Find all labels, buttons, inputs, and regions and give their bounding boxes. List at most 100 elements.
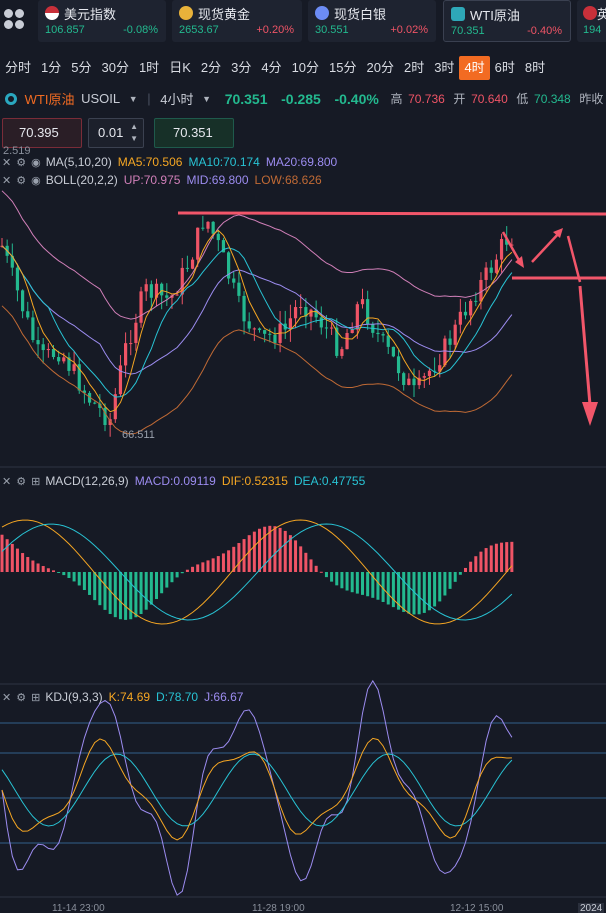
tab-timeframe[interactable]: 2分 xyxy=(196,56,226,80)
settings-icon[interactable]: ⚙ xyxy=(16,174,26,187)
macd-bar xyxy=(433,572,437,607)
settings-icon[interactable]: ⚙ xyxy=(16,475,26,488)
tab-timeframe[interactable]: 2时 xyxy=(399,56,429,80)
settings-icon[interactable]: ⚙ xyxy=(16,691,26,704)
macd-bar xyxy=(448,572,452,589)
order-panel: 70.395 2.519 0.01 ▲ ▼ 70.351 xyxy=(0,118,606,157)
macd-bar xyxy=(170,572,174,583)
macd-bar xyxy=(57,572,61,573)
candle-body xyxy=(26,311,30,318)
stepper-down-icon[interactable]: ▼ xyxy=(130,125,138,153)
macd-bar xyxy=(124,572,128,620)
expand-icon[interactable]: ⊞ xyxy=(31,691,40,704)
candle-body xyxy=(185,267,189,269)
tab-timeframe[interactable]: 10分 xyxy=(287,56,324,80)
quote-card-silver[interactable]: 现货白银 30.551 +0.02% xyxy=(308,0,436,42)
macd-bar xyxy=(247,535,251,572)
candle-body xyxy=(221,240,226,253)
close-icon[interactable]: ✕ xyxy=(2,174,11,187)
symbol-dropdown-icon[interactable]: ▼ xyxy=(129,94,138,104)
symbol-info: WTI原油 USOIL ▼ | 4小时 ▼ 70.351 -0.285 -0.4… xyxy=(0,89,606,111)
sell-price: 70.395 xyxy=(19,125,59,140)
quote-card-uk[interactable]: 英 194 xyxy=(577,0,606,42)
eye-icon[interactable]: ◉ xyxy=(31,174,41,187)
candle-body xyxy=(232,278,236,283)
candle-body xyxy=(206,221,210,229)
candle-body xyxy=(160,283,164,296)
quote-name: 现货白银 xyxy=(334,7,387,22)
kdj-name: KDJ(9,3,3) xyxy=(45,690,103,704)
tab-timeframe[interactable]: 分时 xyxy=(0,56,36,80)
tab-timeframe[interactable]: 5分 xyxy=(66,56,96,80)
quote-bar: 美元指数 106.857 -0.08% 现货黄金 2653.67 +0.20% … xyxy=(0,0,606,44)
macd-bar xyxy=(361,572,364,595)
timeframe-tabs: 分时 1分 5分 30分 1时 日K 2分 3分 4分 10分 15分 20分 2时 3时 4时 6时 8时 xyxy=(0,56,606,82)
sell-button[interactable]: 70.395 xyxy=(2,118,82,148)
tab-timeframe[interactable]: 日K xyxy=(164,56,196,80)
candle-body xyxy=(129,343,133,345)
macd-bar xyxy=(15,548,19,572)
candle-body xyxy=(170,295,174,298)
macd-bar xyxy=(469,561,473,572)
tab-timeframe[interactable]: 15分 xyxy=(324,56,361,80)
macd-bar xyxy=(191,566,195,572)
macd-bar xyxy=(371,572,375,598)
tab-timeframe[interactable]: 20分 xyxy=(362,56,399,80)
candle-body xyxy=(175,294,179,296)
close-icon[interactable]: ✕ xyxy=(2,156,11,169)
buy-button[interactable]: 70.351 xyxy=(154,118,234,148)
candle-body xyxy=(196,227,200,260)
tab-timeframe[interactable]: 1时 xyxy=(134,56,164,80)
macd-bar xyxy=(10,543,14,572)
candle-body xyxy=(360,299,365,305)
macd-bar xyxy=(479,551,483,572)
candle-body xyxy=(371,324,375,333)
tab-timeframe[interactable]: 4分 xyxy=(256,56,286,80)
macd-bar xyxy=(453,572,457,582)
tab-timeframe[interactable]: 4时 xyxy=(459,56,490,80)
quote-card-gold[interactable]: 现货黄金 2653.67 +0.20% xyxy=(172,0,302,42)
quote-card-wti[interactable]: WTI原油 70.351 -0.40% xyxy=(443,0,571,42)
close-icon[interactable]: ✕ xyxy=(2,691,11,704)
macd-bar xyxy=(62,572,66,576)
dif-line xyxy=(1,519,513,625)
lot-size-input[interactable]: 0.01 ▲ ▼ xyxy=(88,118,144,148)
favorite-icon[interactable] xyxy=(5,92,17,105)
tab-timeframe[interactable]: 3分 xyxy=(226,56,256,80)
macd-bar xyxy=(273,526,277,572)
candle-body xyxy=(0,245,4,247)
close-icon[interactable]: ✕ xyxy=(2,475,11,488)
macd-bar xyxy=(26,557,30,572)
macd-bar xyxy=(108,572,112,614)
grid-menu-icon[interactable] xyxy=(0,0,32,42)
interval-label[interactable]: 4小时 xyxy=(160,89,193,108)
tab-timeframe[interactable]: 8时 xyxy=(520,56,550,80)
candle-body xyxy=(139,291,143,323)
tab-timeframe[interactable]: 3时 xyxy=(429,56,459,80)
quote-price: 30.551 xyxy=(315,24,349,36)
tab-timeframe[interactable]: 1分 xyxy=(36,56,66,80)
candle-body xyxy=(237,282,241,296)
quote-card-usd-index[interactable]: 美元指数 106.857 -0.08% xyxy=(38,0,166,42)
dea-line xyxy=(1,523,513,621)
candle-body xyxy=(433,370,437,372)
interval-dropdown-icon[interactable]: ▼ xyxy=(202,94,211,104)
uk-flag-icon xyxy=(583,6,597,20)
ma-name: MA(5,10,20) xyxy=(45,155,112,169)
expand-icon[interactable]: ⊞ xyxy=(31,475,40,488)
kdj-legend: ✕ ⚙ ⊞ KDJ(9,3,3) K:74.69 D:78.70 J:66.67 xyxy=(2,689,249,705)
quote-price: 106.857 xyxy=(45,24,85,36)
tab-timeframe[interactable]: 6时 xyxy=(490,56,520,80)
macd-bar xyxy=(288,535,292,572)
candle-body xyxy=(263,330,267,334)
candle-body xyxy=(505,239,509,245)
settings-icon[interactable]: ⚙ xyxy=(16,156,26,169)
j-line xyxy=(1,679,513,896)
candle-body xyxy=(402,373,406,385)
candle-body xyxy=(273,334,277,343)
tab-timeframe[interactable]: 30分 xyxy=(96,56,133,80)
macd-bar xyxy=(206,560,210,572)
boll-legend: ✕ ⚙ ◉ BOLL(20,2,2) UP:70.975 MID:69.800 … xyxy=(2,172,328,188)
eye-icon[interactable]: ◉ xyxy=(31,156,41,169)
symbol-name[interactable]: WTI原油 xyxy=(25,89,75,108)
